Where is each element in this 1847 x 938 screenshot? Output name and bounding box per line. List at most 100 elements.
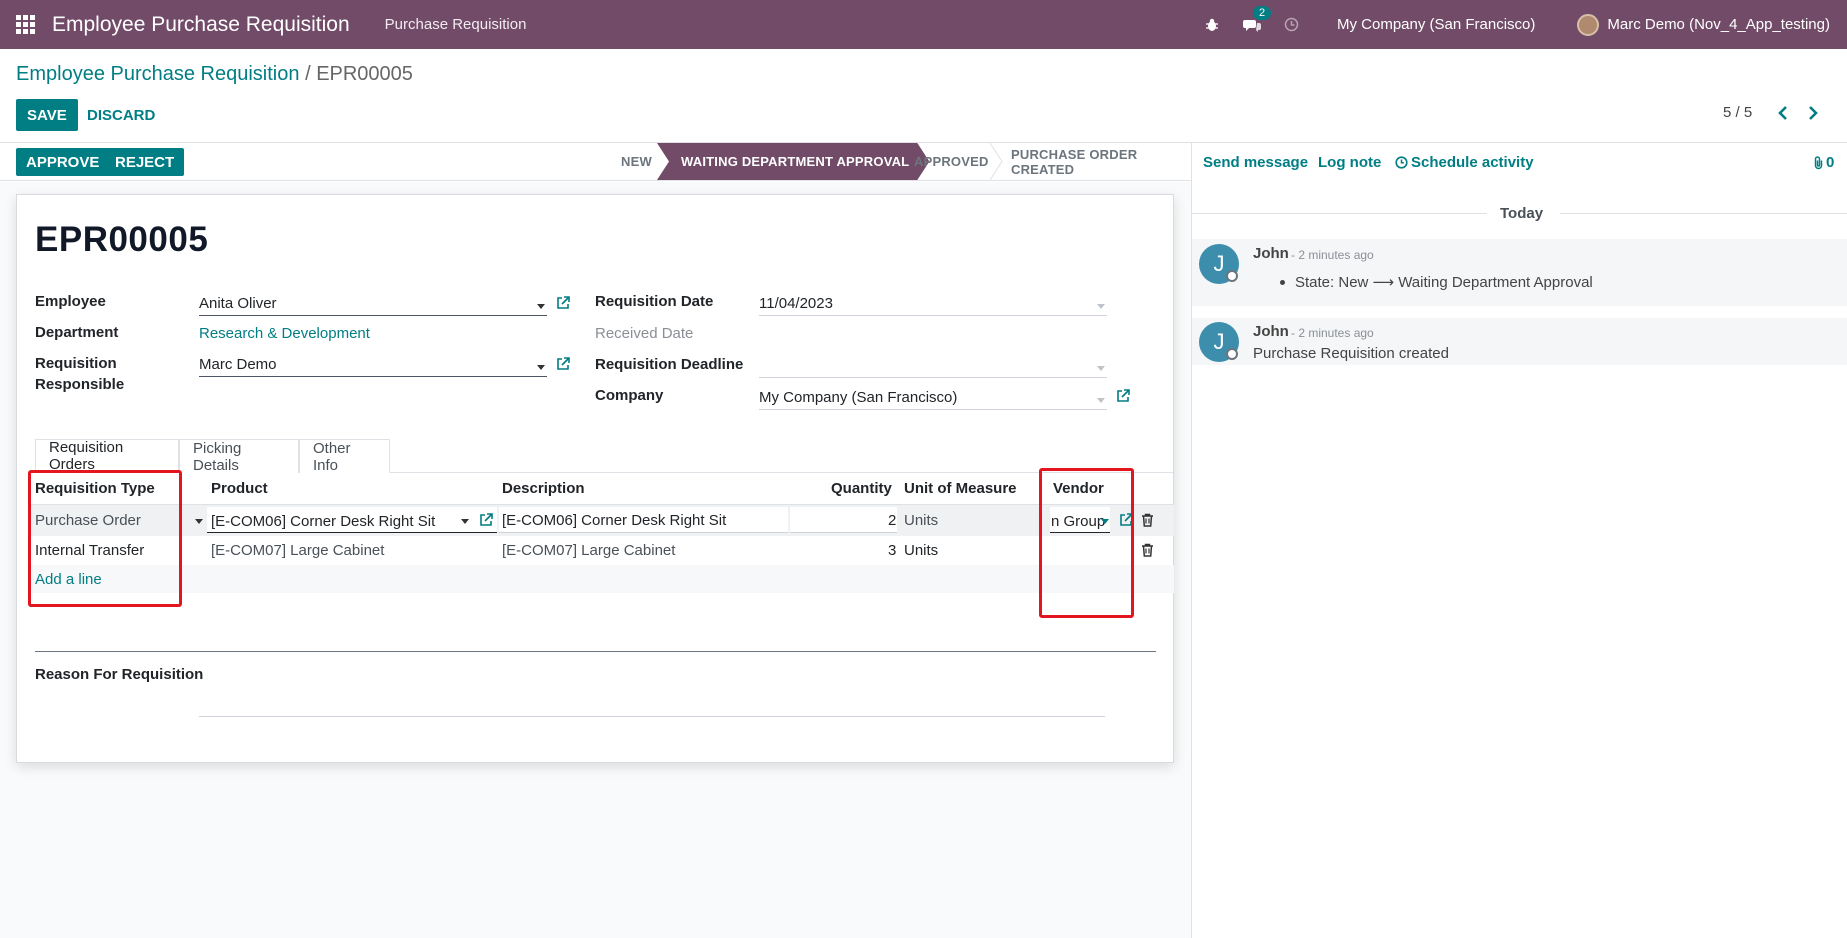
paperclip-icon <box>1814 155 1823 169</box>
company-field[interactable]: My Company (San Francisco) <box>759 389 957 406</box>
requisition-deadline-label: Requisition Deadline <box>595 356 744 373</box>
requisition-responsible-label-line1: Requisition <box>35 355 117 372</box>
debug-bug-icon[interactable] <box>1203 16 1221 34</box>
stage-new[interactable]: NEW <box>621 143 652 180</box>
requisition-responsible-field[interactable]: Marc Demo <box>199 356 277 373</box>
section-divider <box>35 651 1156 652</box>
row2-quantity[interactable]: 3 <box>888 542 896 559</box>
message-time: - 2 minutes ago <box>1291 248 1374 262</box>
breadcrumb: Employee Purchase Requisition / EPR00005 <box>16 63 413 86</box>
requisition-date-caret-icon[interactable] <box>1097 304 1105 309</box>
approve-button[interactable]: APPROVE <box>16 148 110 176</box>
message-body: Purchase Requisition created <box>1253 345 1449 362</box>
row1-product-value: [E-COM06] Corner Desk Right Sit <box>211 513 436 530</box>
employee-dropdown-caret-icon[interactable] <box>537 304 545 309</box>
employee-field-underline <box>199 315 547 316</box>
stage-waiting-department-approval[interactable]: WAITING DEPARTMENT APPROVAL <box>657 143 929 180</box>
requisition-deadline-field[interactable] <box>759 377 1107 378</box>
responsible-dropdown-caret-icon[interactable] <box>537 365 545 370</box>
row1-requisition-type[interactable]: Purchase Order <box>35 512 141 529</box>
company-external-link-icon[interactable] <box>1116 388 1131 403</box>
add-a-line-link[interactable]: Add a line <box>35 571 102 588</box>
attachments-button[interactable]: 0 <box>1813 154 1834 171</box>
row1-product-caret-icon[interactable] <box>461 519 469 524</box>
send-message-button[interactable]: Send message <box>1203 154 1308 171</box>
responsible-external-link-icon[interactable] <box>556 356 571 371</box>
row1-delete-trash-icon[interactable] <box>1141 513 1154 527</box>
today-divider-right <box>1560 213 1847 214</box>
employee-field[interactable]: Anita Oliver <box>199 295 277 312</box>
column-product[interactable]: Product <box>211 480 268 497</box>
breadcrumb-parent[interactable]: Employee Purchase Requisition <box>16 63 300 85</box>
message-author[interactable]: John <box>1253 323 1289 340</box>
tab-picking-details[interactable]: Picking Details <box>179 439 299 474</box>
row2-uom[interactable]: Units <box>904 542 938 559</box>
app-title[interactable]: Employee Purchase Requisition <box>52 13 350 37</box>
activity-clock-icon[interactable] <box>1283 16 1301 34</box>
messages-icon[interactable]: 2 <box>1242 5 1272 34</box>
requisition-date-label: Requisition Date <box>595 293 714 310</box>
reason-for-requisition-label: Reason For Requisition <box>35 666 204 683</box>
message-count-badge: 2 <box>1252 5 1272 20</box>
row1-uom[interactable]: Units <box>904 512 938 529</box>
clock-icon <box>1395 156 1408 169</box>
log-note-button[interactable]: Log note <box>1318 154 1381 171</box>
employee-external-link-icon[interactable] <box>556 295 571 310</box>
requisition-responsible-label-line2: Responsible <box>35 376 125 393</box>
pager-next-icon[interactable] <box>1804 103 1822 123</box>
save-button[interactable]: SAVE <box>16 99 78 131</box>
row1-vendor-value: n Group <box>1051 513 1106 530</box>
employee-label: Employee <box>35 293 106 310</box>
user-menu[interactable]: Marc Demo (Nov_4_App_testing) <box>1577 13 1830 36</box>
bullet-icon <box>1280 279 1285 285</box>
schedule-activity-label: Schedule activity <box>1411 154 1534 171</box>
row2-requisition-type[interactable]: Internal Transfer <box>35 542 144 559</box>
requisition-date-underline <box>759 315 1107 316</box>
row1-quantity-value: 2 <box>888 512 897 529</box>
row1-vendor-external-link-icon[interactable] <box>1119 512 1134 527</box>
pager-previous-icon[interactable] <box>1774 103 1792 123</box>
add-line-row <box>28 565 1174 593</box>
today-separator-label: Today <box>1500 205 1544 222</box>
schedule-activity-button[interactable]: Schedule activity <box>1395 154 1534 171</box>
received-date-label: Received Date <box>595 325 694 342</box>
top-navbar: Employee Purchase Requisition Purchase R… <box>0 0 1847 49</box>
stage-separator <box>989 143 1003 180</box>
discard-button[interactable]: DISCARD <box>87 99 155 131</box>
column-unit-of-measure[interactable]: Unit of Measure <box>904 480 1017 497</box>
message-tracking-value: State: New ⟶ Waiting Department Approval <box>1280 273 1593 291</box>
row1-vendor-caret-icon[interactable] <box>1101 519 1109 524</box>
menu-purchase-requisition[interactable]: Purchase Requisition <box>385 16 527 33</box>
requisition-date-field[interactable]: 11/04/2023 <box>759 295 833 312</box>
column-requisition-type[interactable]: Requisition Type <box>35 480 155 497</box>
tracking-text: State: New ⟶ Waiting Department Approval <box>1295 274 1593 291</box>
row1-product-external-link-icon[interactable] <box>479 512 494 527</box>
message-author[interactable]: John <box>1253 245 1289 262</box>
row1-description-value: [E-COM06] Corner Desk Right Sit <box>502 512 727 529</box>
tab-other-info[interactable]: Other Info <box>299 439 390 474</box>
row1-type-caret-icon[interactable] <box>195 519 203 524</box>
stage-approved[interactable]: APPROVED <box>914 143 989 180</box>
user-avatar <box>1577 13 1600 36</box>
tab-requisition-orders[interactable]: Requisition Orders <box>35 439 179 473</box>
breadcrumb-current: EPR00005 <box>316 63 413 85</box>
apps-menu-icon[interactable] <box>16 14 36 35</box>
column-vendor[interactable]: Vendor <box>1053 480 1104 497</box>
requisition-deadline-caret-icon[interactable] <box>1097 366 1105 371</box>
row1-quantity-input[interactable] <box>790 507 897 533</box>
column-description[interactable]: Description <box>502 480 585 497</box>
stage-purchase-order-created[interactable]: PURCHASE ORDER CREATED <box>1011 143 1191 180</box>
column-quantity[interactable]: Quantity <box>831 480 892 497</box>
row2-delete-trash-icon[interactable] <box>1141 543 1154 557</box>
row2-description[interactable]: [E-COM07] Large Cabinet <box>502 542 675 559</box>
reject-button[interactable]: REJECT <box>105 148 185 176</box>
reason-for-requisition-field[interactable] <box>199 716 1105 717</box>
attachment-count: 0 <box>1826 154 1835 171</box>
company-dropdown-caret-icon[interactable] <box>1097 398 1105 403</box>
row2-product[interactable]: [E-COM07] Large Cabinet <box>211 542 384 559</box>
company-switcher[interactable]: My Company (San Francisco) <box>1337 16 1535 33</box>
department-label: Department <box>35 324 119 341</box>
department-link[interactable]: Research & Development <box>199 325 370 342</box>
pager-value[interactable]: 5 / 5 <box>1723 104 1752 121</box>
message-time: - 2 minutes ago <box>1291 326 1374 340</box>
